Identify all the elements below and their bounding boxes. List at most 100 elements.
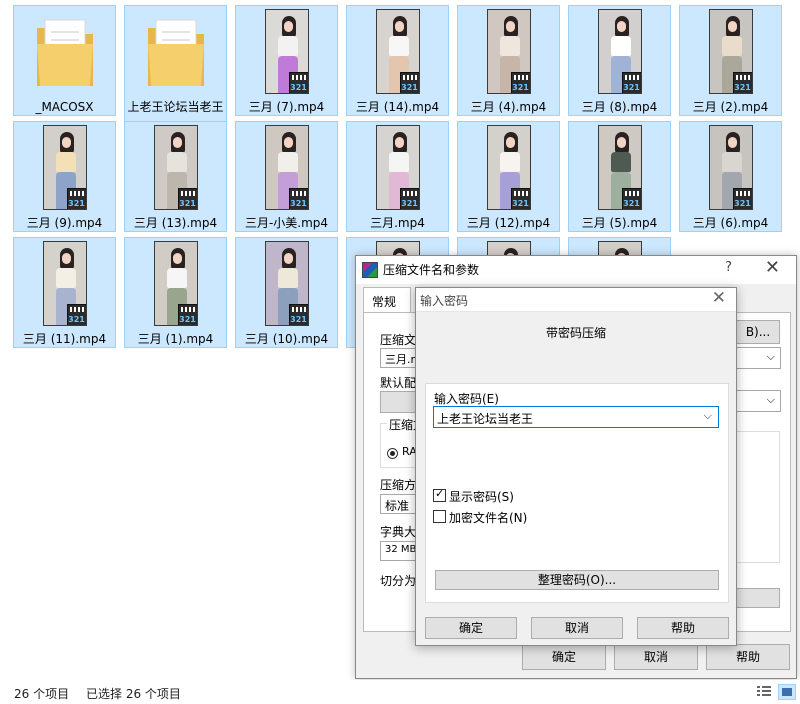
media-player-icon: 321 [66, 304, 86, 325]
file-item[interactable]: _MACOSX [13, 5, 116, 116]
details-view-icon[interactable] [756, 684, 774, 700]
compression-method-label: 压缩方 [380, 478, 417, 492]
split-volumes-label: 切分为 [380, 574, 417, 588]
archive-dialog-title: 压缩文件名和参数 [383, 263, 480, 277]
archive-dialog-titlebar[interactable]: 压缩文件名和参数 ? ✕ [356, 256, 796, 284]
archive-cancel-button[interactable]: 取消 [614, 644, 698, 670]
video-thumbnail: 321 [264, 125, 309, 210]
video-thumbnail: 321 [597, 9, 642, 94]
media-player-icon: 321 [399, 72, 419, 93]
password-help-button[interactable]: 帮助 [637, 617, 729, 639]
video-thumbnail: 321 [486, 125, 531, 210]
file-item[interactable]: 321 三月 (2).mp4 [679, 5, 782, 116]
media-player-icon: 321 [621, 72, 641, 93]
file-item[interactable]: 321 三月 (10).mp4 [235, 237, 338, 348]
password-input[interactable]: 上老王论坛当老王 ⌵ [433, 406, 719, 428]
dictionary-size-label: 字典大 [380, 525, 417, 539]
file-item[interactable]: 321 三月 (6).mp4 [679, 121, 782, 232]
video-thumbnail: 321 [153, 241, 198, 326]
media-player-icon: 321 [66, 188, 86, 209]
file-item[interactable]: 321 三月 (5).mp4 [568, 121, 671, 232]
encrypt-names-checkbox[interactable] [433, 510, 446, 523]
file-name: 三月-小美.mp4 [244, 216, 329, 230]
file-item[interactable]: 321 三月 (8).mp4 [568, 5, 671, 116]
file-item[interactable]: 321 三月 (13).mp4 [124, 121, 227, 232]
password-ok-button[interactable]: 确定 [425, 617, 517, 639]
file-name: 三月 (9).mp4 [26, 216, 103, 230]
file-name: 三月 (4).mp4 [470, 100, 547, 114]
video-thumbnail: 321 [486, 9, 531, 94]
file-name: _MACOSX [35, 100, 94, 114]
video-thumbnail: 321 [375, 125, 420, 210]
item-count: 26 个项目 [14, 687, 70, 701]
media-player-icon: 321 [399, 188, 419, 209]
checkmark-icon: ✓ [435, 487, 445, 500]
file-item[interactable]: 321 三月 (14).mp4 [346, 5, 449, 116]
password-dialog: 输入密码 ✕ 带密码压缩 输入密码(E) 上老王论坛当老王 ⌵ ✓ 显示密码(S… [415, 287, 737, 646]
media-player-icon: 321 [732, 188, 752, 209]
video-thumbnail: 321 [375, 9, 420, 94]
file-name: 三月 (14).mp4 [355, 100, 440, 114]
file-name: 三月 (10).mp4 [244, 332, 329, 346]
folder-icon [144, 14, 208, 90]
chevron-down-icon[interactable]: ⌵ [704, 409, 712, 423]
close-icon[interactable]: ✕ [712, 288, 726, 308]
folder-icon [33, 14, 97, 90]
file-item[interactable]: 321 三月 (1).mp4 [124, 237, 227, 348]
file-name: 三月 (12).mp4 [466, 216, 551, 230]
video-thumbnail: 321 [264, 241, 309, 326]
close-icon[interactable]: ✕ [765, 257, 780, 278]
show-password-label: 显示密码(S) [449, 490, 514, 504]
video-thumbnail: 321 [42, 241, 87, 326]
archive-name-label: 压缩文 [380, 333, 417, 347]
archive-options-group [736, 431, 780, 563]
file-item[interactable]: 上老王论坛当老王 [124, 5, 227, 133]
password-cancel-button[interactable]: 取消 [531, 617, 623, 639]
media-player-icon: 321 [510, 72, 530, 93]
file-item[interactable]: 321 三月 (11).mp4 [13, 237, 116, 348]
password-dialog-heading: 带密码压缩 [545, 326, 606, 340]
media-player-icon: 321 [288, 72, 308, 93]
chevron-down-icon: ⌵ [766, 393, 775, 406]
encrypt-names-label: 加密文件名(N) [449, 511, 528, 525]
media-player-icon: 321 [732, 72, 752, 93]
archive-ok-button[interactable]: 确定 [522, 644, 606, 670]
file-item[interactable]: 321 三月-小美.mp4 [235, 121, 338, 232]
file-item[interactable]: 321 三月 (9).mp4 [13, 121, 116, 232]
file-name: 三月 (13).mp4 [133, 216, 218, 230]
show-password-checkbox[interactable]: ✓ [433, 487, 446, 502]
file-name: 上老王论坛当老王 [127, 100, 224, 114]
update-mode-select[interactable]: ⌵ [736, 347, 781, 369]
media-player-icon: 321 [510, 188, 530, 209]
media-player-icon: 321 [288, 304, 308, 325]
video-thumbnail: 321 [708, 125, 753, 210]
archive-help-button[interactable]: 帮助 [706, 644, 790, 670]
file-item[interactable]: 321 三月 (7).mp4 [235, 5, 338, 116]
video-thumbnail: 321 [42, 125, 87, 210]
file-item[interactable]: 321 三月.mp4 [346, 121, 449, 232]
file-name: 三月 (7).mp4 [248, 100, 325, 114]
help-question-icon[interactable]: ? [725, 260, 732, 275]
organize-passwords-button[interactable]: 整理密码(O)... [435, 570, 719, 590]
browse-button[interactable]: B)... [736, 320, 780, 344]
media-player-icon: 321 [288, 188, 308, 209]
selection-count: 已选择 26 个项目 [86, 687, 181, 701]
password-value: 上老王论坛当老王 [437, 412, 534, 426]
file-name: 三月 (5).mp4 [581, 216, 658, 230]
file-item[interactable]: 321 三月 (4).mp4 [457, 5, 560, 116]
profile-select[interactable]: ⌵ [736, 390, 781, 412]
video-thumbnail: 321 [597, 125, 642, 210]
media-player-icon: 321 [177, 188, 197, 209]
file-item[interactable]: 321 三月 (12).mp4 [457, 121, 560, 232]
password-label: 输入密码(E) [434, 392, 499, 406]
file-name: 三月 (6).mp4 [692, 216, 769, 230]
large-icons-view-icon[interactable] [778, 684, 796, 700]
status-bar: 26 个项目 已选择 26 个项目 [0, 680, 800, 704]
rar-radio[interactable] [387, 448, 398, 459]
set-password-button[interactable] [736, 588, 780, 608]
winrar-app-icon [362, 262, 378, 278]
password-dialog-titlebar[interactable]: 输入密码 ✕ [416, 288, 736, 312]
media-player-icon: 321 [177, 304, 197, 325]
tab-general[interactable]: 常规 [363, 287, 411, 313]
password-dialog-title: 输入密码 [420, 294, 469, 308]
